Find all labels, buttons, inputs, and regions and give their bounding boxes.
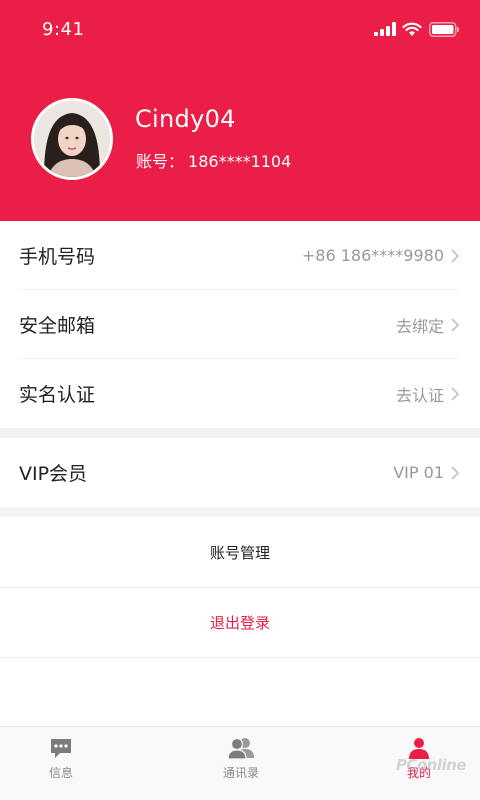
security-settings-group: 手机号码 +86 186****9980 安全邮箱 去绑定 实名认证 去认证: [0, 221, 480, 428]
action-divider: [0, 657, 480, 658]
account-management-button[interactable]: 账号管理: [0, 518, 480, 587]
profile-header: 9:41 Cindy04 账号： 186****1104: [0, 0, 480, 221]
real-name-value: 去认证: [395, 385, 444, 405]
section-gap: [0, 507, 480, 517]
username: Cindy04: [135, 105, 236, 133]
account-colon: ：: [168, 152, 185, 171]
chevron-right-icon: [451, 386, 460, 401]
account-number: 账号： 186****1104: [136, 148, 291, 172]
status-icons: [374, 21, 460, 37]
vip-label: VIP会员: [19, 463, 88, 485]
account-value: 186****1104: [188, 152, 292, 171]
security-email-row[interactable]: 安全邮箱 去绑定: [0, 290, 480, 359]
vip-group: VIP会员 VIP 01: [0, 438, 480, 507]
chevron-right-icon: [451, 317, 460, 332]
avatar-photo-icon: [34, 101, 110, 177]
contacts-icon: [227, 737, 254, 760]
tab-messages[interactable]: 信息: [1, 727, 121, 800]
watermark: PConline: [395, 756, 467, 774]
vip-value: VIP 01: [393, 463, 444, 482]
security-email-label: 安全邮箱: [19, 315, 96, 337]
chat-bubble-icon: [51, 739, 71, 758]
chevron-right-icon: [451, 248, 460, 263]
status-time: 9:41: [42, 19, 85, 40]
phone-number-value: +86 186****9980: [301, 246, 444, 265]
signal-icon: [374, 22, 396, 36]
vip-row[interactable]: VIP会员 VIP 01: [0, 438, 480, 507]
status-bar: 9:41: [0, 0, 480, 60]
tab-contacts[interactable]: 通讯录: [181, 727, 301, 800]
battery-icon: [429, 21, 459, 37]
avatar[interactable]: [31, 98, 113, 180]
logout-button[interactable]: 退出登录: [0, 588, 480, 657]
section-gap: [0, 428, 480, 438]
tab-label: 通讯录: [222, 766, 259, 780]
real-name-label: 实名认证: [19, 384, 96, 406]
chevron-right-icon: [451, 465, 460, 480]
wifi-icon: [402, 22, 422, 36]
tab-label: 信息: [48, 766, 73, 780]
phone-number-row[interactable]: 手机号码 +86 186****9980: [0, 221, 480, 290]
security-email-value: 去绑定: [395, 316, 444, 336]
account-label: 账号: [136, 152, 169, 171]
real-name-row[interactable]: 实名认证 去认证: [0, 359, 480, 428]
phone-number-label: 手机号码: [19, 246, 96, 268]
